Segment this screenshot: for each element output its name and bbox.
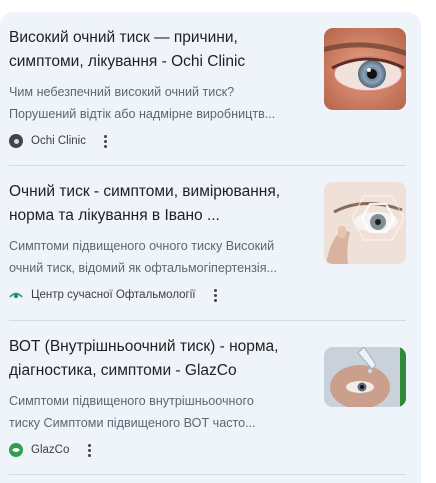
result-title-line[interactable]: діагностика, симптоми - GlazCo <box>9 359 314 383</box>
snippet-line: Чим небезпечний високий очний тиск? <box>9 85 235 99</box>
result-snippet: Симптоми підвищеного внутрішньоочного ти… <box>9 390 314 434</box>
result-title-line[interactable]: ВОТ (Внутрішньоочний тиск) - норма, <box>9 335 314 359</box>
result-source[interactable]: Центр сучасної Офтальмології <box>9 285 224 305</box>
more-options-icon[interactable] <box>208 286 224 304</box>
source-name[interactable]: Ochi Clinic <box>31 135 86 147</box>
eye-scan-image[interactable] <box>324 182 406 264</box>
snippet-line: тиску Симптоми підвищеного ВОТ часто... <box>9 416 256 430</box>
result-title-link[interactable]: ВОТ (Внутрішньоочний тиск) - норма, діаг… <box>9 335 314 383</box>
snippet-line: очний тиск, відомий як офтальмогіпертенз… <box>9 261 278 275</box>
eye-closeup-image[interactable] <box>324 28 406 110</box>
more-options-icon[interactable] <box>81 441 97 459</box>
result-title-line[interactable]: Високий очний тиск — причини, <box>9 26 314 50</box>
result-snippet: Чим небезпечний високий очний тиск? Пору… <box>9 81 314 125</box>
search-result[interactable]: Високий очний тиск — причини, симптоми, … <box>9 26 406 166</box>
result-source[interactable]: Ochi Clinic <box>9 131 114 151</box>
result-snippet: Симптоми підвищеного очного тиску Високи… <box>9 235 314 279</box>
source-name[interactable]: Центр сучасної Офтальмології <box>31 289 196 301</box>
result-title-line[interactable]: Очний тиск - симптоми, вимірювання, <box>9 180 314 204</box>
source-name[interactable]: GlazCo <box>31 444 69 456</box>
snippet-line: Симптоми підвищеного очного тиску Високи… <box>9 239 275 253</box>
snippet-line: Порушений відтік або надмірне виробництв… <box>9 107 276 121</box>
search-result[interactable]: ВОТ (Внутрішньоочний тиск) - норма, діаг… <box>9 335 406 475</box>
result-title-line[interactable]: симптоми, лікування - Ochi Clinic <box>9 50 314 74</box>
result-source[interactable]: GlazCo <box>9 440 97 460</box>
eye-drops-image[interactable] <box>324 347 406 407</box>
result-title-link[interactable]: Високий очний тиск — причини, симптоми, … <box>9 26 314 74</box>
snippet-line: Симптоми підвищеного внутрішньоочного <box>9 394 254 408</box>
result-title-line[interactable]: норма та лікування в Івано ... <box>9 204 314 228</box>
search-result[interactable]: Очний тиск - симптоми, вимірювання, норм… <box>9 180 406 321</box>
ophthalmology-center-logo-icon <box>9 288 23 302</box>
ochi-clinic-logo-icon <box>9 134 23 148</box>
glazco-logo-icon <box>9 443 23 457</box>
result-title-link[interactable]: Очний тиск - симптоми, вимірювання, норм… <box>9 180 314 228</box>
more-options-icon[interactable] <box>98 132 114 150</box>
